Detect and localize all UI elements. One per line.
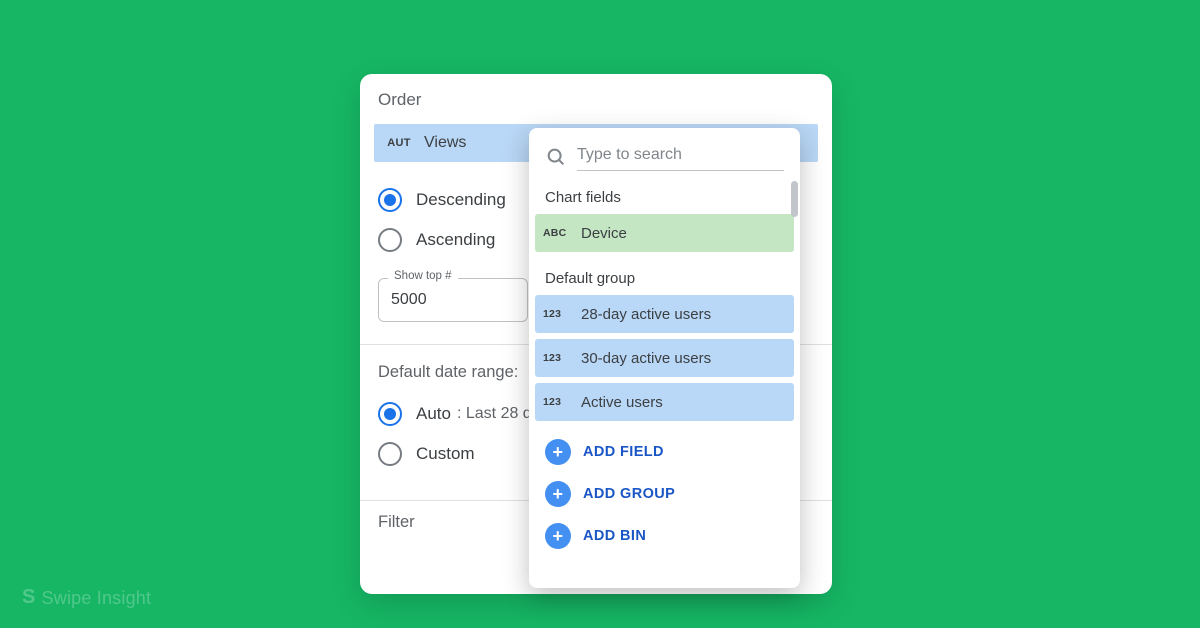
plus-icon: + [545, 523, 571, 549]
sort-ascending-label: Ascending [416, 230, 495, 250]
sort-descending-label: Descending [416, 190, 506, 210]
search-icon [545, 146, 567, 168]
date-range-auto-suffix: : Last 28 d [457, 405, 532, 423]
watermark: S Swipe Insight [22, 587, 151, 610]
add-group-label: ADD GROUP [583, 486, 675, 502]
field-item-label: 28-day active users [581, 306, 711, 323]
radio-icon [378, 188, 402, 212]
scrollbar-thumb[interactable] [791, 181, 798, 217]
show-top-input[interactable] [378, 278, 528, 322]
radio-icon [378, 228, 402, 252]
show-top-field[interactable]: Show top # [378, 278, 528, 322]
radio-icon [378, 402, 402, 426]
date-range-custom-label: Custom [416, 444, 475, 464]
field-item-30day[interactable]: 123 30-day active users [535, 339, 794, 377]
add-bin-button[interactable]: + ADD BIN [539, 519, 790, 553]
field-list[interactable]: Chart fields ABC Device Default group 12… [529, 177, 800, 588]
search-input[interactable] [577, 142, 784, 171]
search-row [529, 128, 800, 177]
field-item-28day[interactable]: 123 28-day active users [535, 295, 794, 333]
field-item-active[interactable]: 123 Active users [535, 383, 794, 421]
add-field-button[interactable]: + ADD FIELD [539, 435, 790, 469]
field-label: Views [424, 134, 466, 152]
type-badge-123: 123 [543, 396, 581, 408]
field-item-device[interactable]: ABC Device [535, 214, 794, 252]
action-list: + ADD FIELD + ADD GROUP + ADD BIN [529, 427, 800, 567]
panel-title: Order [360, 90, 832, 120]
type-badge-123: 123 [543, 308, 581, 320]
add-field-label: ADD FIELD [583, 444, 664, 460]
add-group-button[interactable]: + ADD GROUP [539, 477, 790, 511]
field-type-badge: AUT [374, 137, 424, 149]
add-bin-label: ADD BIN [583, 528, 646, 544]
watermark-text: Swipe Insight [42, 588, 152, 609]
section-chart-fields: Chart fields [529, 177, 800, 214]
show-top-label: Show top # [388, 270, 458, 282]
field-item-label: Active users [581, 394, 663, 411]
type-badge-abc: ABC [543, 227, 581, 239]
plus-icon: + [545, 439, 571, 465]
field-item-label: Device [581, 225, 627, 242]
date-range-auto-label: Auto [416, 404, 451, 424]
type-badge-123: 123 [543, 352, 581, 364]
field-item-label: 30-day active users [581, 350, 711, 367]
radio-icon [378, 442, 402, 466]
plus-icon: + [545, 481, 571, 507]
section-default-group: Default group [529, 258, 800, 295]
field-picker-popover: Chart fields ABC Device Default group 12… [529, 128, 800, 588]
logo-icon: S [22, 586, 36, 609]
